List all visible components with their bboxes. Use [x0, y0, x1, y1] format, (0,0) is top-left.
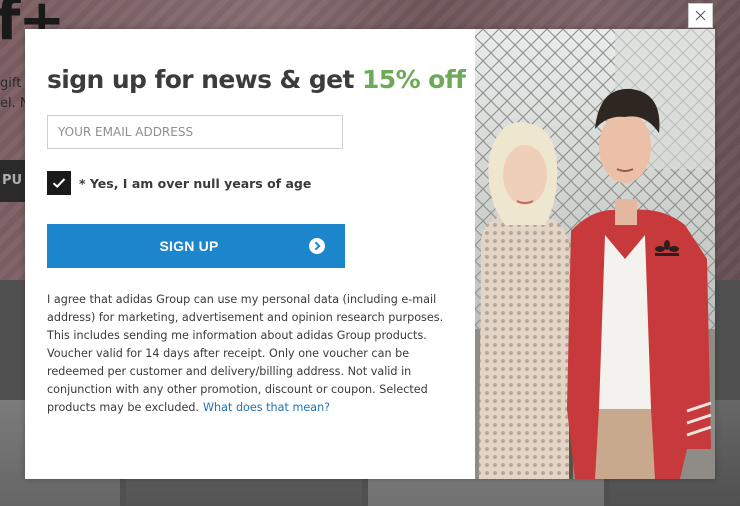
headline-discount: 15% off [361, 65, 466, 94]
signup-form: sign up for news & get 15% off * Yes, I … [47, 29, 466, 479]
newsletter-modal: sign up for news & get 15% off * Yes, I … [25, 29, 715, 479]
promo-photo-illustration [475, 29, 715, 479]
age-checkbox-label: * Yes, I am over null years of age [79, 175, 312, 191]
promo-photo [475, 29, 715, 479]
close-button[interactable] [688, 3, 713, 28]
sign-up-label: SIGN UP [159, 238, 219, 254]
checkmark-icon [52, 178, 66, 188]
sign-up-button[interactable]: SIGN UP [47, 224, 345, 268]
legal-disclaimer: I agree that adidas Group can use my per… [47, 291, 457, 417]
legal-text: I agree that adidas Group can use my per… [47, 293, 444, 414]
arrow-right-circle-icon [309, 238, 325, 254]
email-input[interactable] [47, 115, 343, 149]
age-confirmation: * Yes, I am over null years of age [47, 171, 311, 195]
age-checkbox[interactable] [47, 171, 71, 195]
close-icon [695, 10, 706, 21]
headline-text: sign up for news & get [47, 65, 362, 94]
what-does-that-mean-link[interactable]: What does that mean? [203, 401, 330, 414]
modal-headline: sign up for news & get 15% off [47, 65, 466, 94]
